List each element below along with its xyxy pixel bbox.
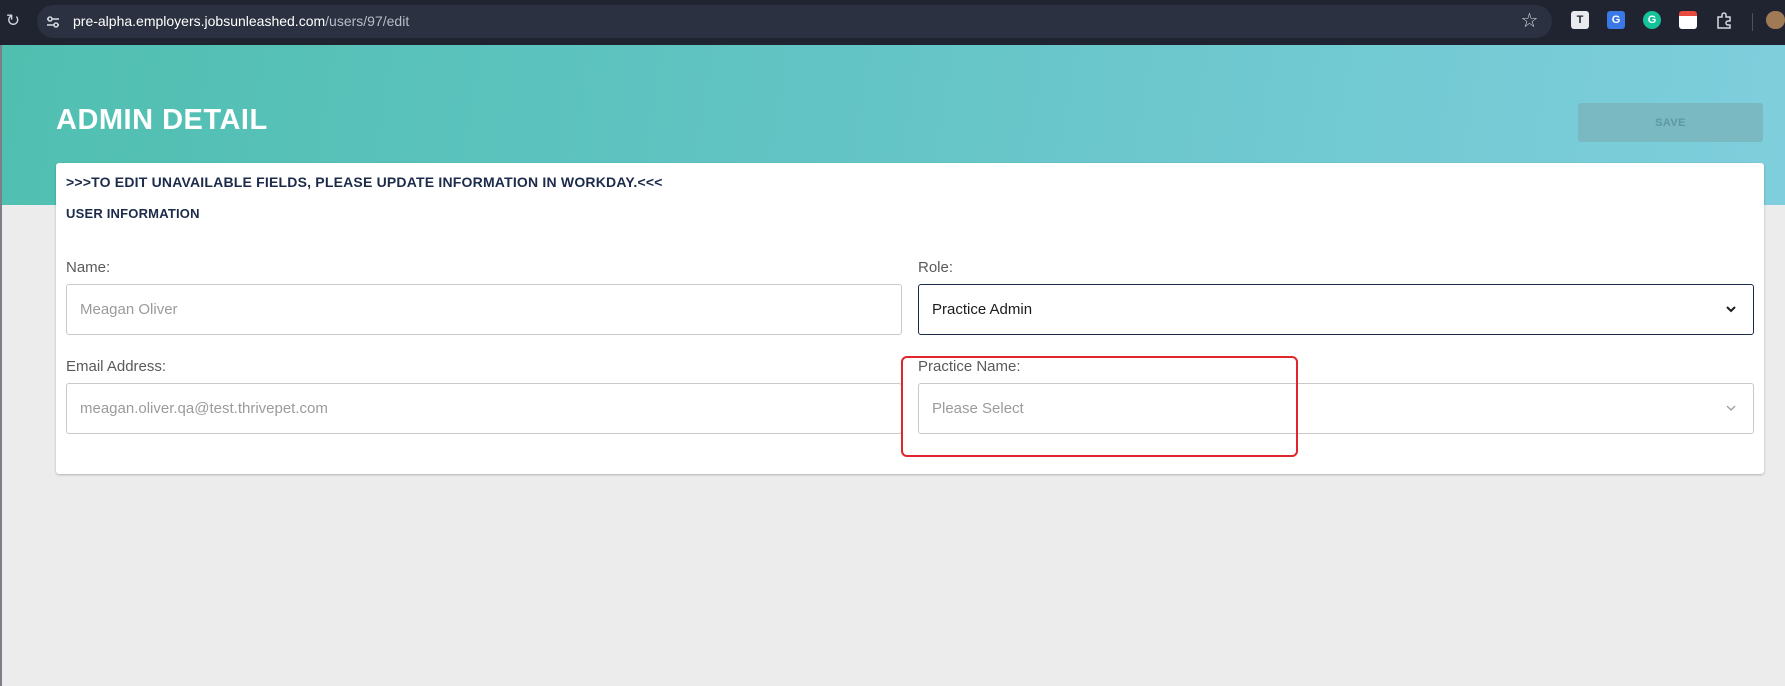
role-label: Role: — [918, 259, 954, 276]
url-text: pre-alpha.employers.jobsunleashed.com/us… — [73, 5, 409, 38]
grammarly-icon[interactable]: G — [1643, 11, 1661, 29]
reload-icon[interactable]: ↻ — [2, 10, 24, 32]
site-settings-icon[interactable] — [44, 13, 62, 31]
role-select[interactable]: Practice Admin — [918, 284, 1754, 335]
address-bar[interactable]: pre-alpha.employers.jobsunleashed.com/us… — [37, 5, 1552, 38]
toolbar-separator — [1752, 13, 1753, 31]
chevron-down-icon — [1726, 306, 1736, 313]
annotation-highlight-box — [901, 356, 1298, 457]
name-field[interactable]: Meagan Oliver — [66, 284, 902, 335]
name-label: Name: — [66, 259, 111, 276]
google-translate-icon[interactable]: G — [1607, 11, 1625, 29]
calendar-extension-icon[interactable] — [1679, 11, 1697, 29]
email-label: Email Address: — [66, 358, 167, 375]
page-title: ADMIN DETAIL — [56, 104, 268, 136]
workday-notice: >>>TO EDIT UNAVAILABLE FIELDS, PLEASE UP… — [66, 174, 663, 190]
extension-t-icon[interactable]: T — [1571, 11, 1589, 29]
email-field[interactable]: meagan.oliver.qa@test.thrivepet.com — [66, 383, 902, 434]
url-domain: pre-alpha.employers.jobsunleashed.com — [73, 13, 326, 29]
chevron-down-icon — [1726, 405, 1736, 411]
bookmark-star-icon[interactable]: ☆ — [1519, 11, 1540, 32]
url-path: /users/97/edit — [325, 13, 410, 29]
extensions-puzzle-icon[interactable] — [1715, 11, 1733, 29]
browser-toolbar: ↻ pre-alpha.employers.jobsunleashed.com/… — [0, 0, 1785, 45]
role-select-value: Practice Admin — [932, 301, 1033, 318]
profile-avatar[interactable] — [1766, 11, 1785, 29]
section-title-user-information: USER INFORMATION — [66, 206, 200, 221]
save-button[interactable]: SAVE — [1578, 103, 1763, 142]
